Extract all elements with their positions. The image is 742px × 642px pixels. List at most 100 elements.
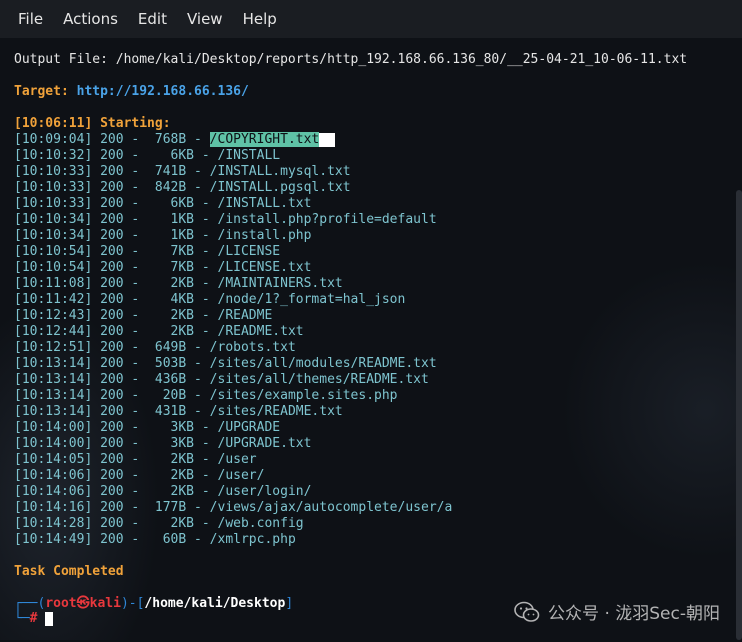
- result-path[interactable]: /user/: [218, 468, 265, 483]
- result-meta: [10:10:33] 200 - 6KB -: [14, 196, 218, 211]
- result-path[interactable]: /README: [218, 308, 273, 323]
- result-meta: [10:10:33] 200 - 741B -: [14, 164, 210, 179]
- result-path[interactable]: /INSTALL.mysql.txt: [210, 164, 351, 179]
- scrollbar[interactable]: [736, 190, 742, 640]
- target-line: Target: http://192.168.66.136/: [14, 84, 249, 100]
- selection-cursor: [319, 132, 336, 147]
- result-meta: [10:14:06] 200 - 2KB -: [14, 484, 218, 499]
- menu-view[interactable]: View: [177, 0, 233, 38]
- result-meta: [10:14:49] 200 - 60B -: [14, 532, 210, 547]
- result-path[interactable]: /README.txt: [218, 324, 304, 339]
- result-path[interactable]: /COPYRIGHT.txt: [209, 132, 320, 147]
- result-row: [10:14:06] 200 - 2KB - /user/: [14, 468, 452, 484]
- result-meta: [10:09:04] 200 - 768B -: [14, 132, 210, 147]
- background-art-right: [560, 260, 742, 560]
- result-path[interactable]: /sites/example.sites.php: [210, 388, 398, 403]
- result-path[interactable]: /MAINTAINERS.txt: [218, 276, 343, 291]
- result-meta: [10:10:54] 200 - 7KB -: [14, 260, 218, 275]
- prompt-close: ]: [285, 596, 294, 611]
- result-row: [10:09:04] 200 - 768B - /COPYRIGHT.txt: [14, 132, 452, 148]
- result-row: [10:14:16] 200 - 177B - /views/ajax/auto…: [14, 500, 452, 516]
- result-path[interactable]: /LICENSE: [218, 244, 281, 259]
- result-row: [10:10:54] 200 - 7KB - /LICENSE: [14, 244, 452, 260]
- result-meta: [10:14:00] 200 - 3KB -: [14, 420, 218, 435]
- result-meta: [10:12:44] 200 - 2KB -: [14, 324, 218, 339]
- result-meta: [10:10:34] 200 - 1KB -: [14, 228, 218, 243]
- result-path[interactable]: /UPGRADE.txt: [218, 436, 312, 451]
- target-url: http://192.168.66.136/: [76, 84, 249, 99]
- menu-help[interactable]: Help: [233, 0, 287, 38]
- result-path[interactable]: /node/1?_format=hal_json: [218, 292, 406, 307]
- shell-prompt-line2[interactable]: └─#: [14, 611, 54, 627]
- result-path[interactable]: /xmlrpc.php: [210, 532, 296, 547]
- prompt-corner: └─: [14, 611, 30, 626]
- result-path[interactable]: /INSTALL.txt: [218, 196, 312, 211]
- result-row: [10:13:14] 200 - 20B - /sites/example.si…: [14, 388, 452, 404]
- result-row: [10:14:49] 200 - 60B - /xmlrpc.php: [14, 532, 452, 548]
- result-path[interactable]: /web.config: [218, 516, 304, 531]
- result-row: [10:14:06] 200 - 2KB - /user/login/: [14, 484, 452, 500]
- result-meta: [10:14:16] 200 - 177B -: [14, 500, 210, 515]
- result-path[interactable]: /install.php?profile=default: [218, 212, 437, 227]
- result-row: [10:11:08] 200 - 2KB - /MAINTAINERS.txt: [14, 276, 452, 292]
- menu-actions[interactable]: Actions: [53, 0, 128, 38]
- result-meta: [10:10:34] 200 - 1KB -: [14, 212, 218, 227]
- result-meta: [10:11:08] 200 - 2KB -: [14, 276, 218, 291]
- result-path[interactable]: /robots.txt: [210, 340, 296, 355]
- result-path[interactable]: /sites/all/themes/README.txt: [210, 372, 429, 387]
- result-meta: [10:14:00] 200 - 3KB -: [14, 436, 218, 451]
- prompt-mid: )-[: [120, 596, 145, 611]
- result-path[interactable]: /sites/all/modules/README.txt: [210, 356, 437, 371]
- watermark-text: 公众号 · 泷羽Sec-朝阳: [548, 604, 720, 624]
- result-path[interactable]: /UPGRADE: [218, 420, 281, 435]
- result-row: [10:10:34] 200 - 1KB - /install.php: [14, 228, 452, 244]
- result-meta: [10:12:51] 200 - 649B -: [14, 340, 210, 355]
- scan-results: [10:09:04] 200 - 768B - /COPYRIGHT.txt [1…: [14, 132, 452, 548]
- result-meta: [10:13:14] 200 - 431B -: [14, 404, 210, 419]
- result-path[interactable]: /sites/README.txt: [210, 404, 343, 419]
- result-row: [10:12:44] 200 - 2KB - /README.txt: [14, 324, 452, 340]
- result-row: [10:14:00] 200 - 3KB - /UPGRADE.txt: [14, 436, 452, 452]
- result-meta: [10:12:43] 200 - 2KB -: [14, 308, 218, 323]
- result-meta: [10:14:06] 200 - 2KB -: [14, 468, 218, 483]
- result-path[interactable]: /install.php: [218, 228, 312, 243]
- result-row: [10:10:34] 200 - 1KB - /install.php?prof…: [14, 212, 452, 228]
- terminal-window[interactable]: File Actions Edit View Help Output File:…: [0, 0, 742, 642]
- menu-file[interactable]: File: [8, 0, 53, 38]
- wechat-icon: [514, 601, 540, 622]
- result-meta: [10:10:54] 200 - 7KB -: [14, 244, 218, 259]
- shell-prompt-line1: ┌──(root㉿kali)-[/home/kali/Desktop]: [14, 596, 293, 612]
- result-row: [10:14:28] 200 - 2KB - /web.config: [14, 516, 452, 532]
- result-row: [10:10:33] 200 - 741B - /INSTALL.mysql.t…: [14, 164, 452, 180]
- prompt-open: ┌──(: [14, 596, 46, 611]
- result-row: [10:10:54] 200 - 7KB - /LICENSE.txt: [14, 260, 452, 276]
- result-meta: [10:11:42] 200 - 4KB -: [14, 292, 218, 307]
- result-row: [10:12:51] 200 - 649B - /robots.txt: [14, 340, 452, 356]
- result-path[interactable]: /LICENSE.txt: [218, 260, 312, 275]
- result-meta: [10:14:05] 200 - 2KB -: [14, 452, 218, 467]
- result-row: [10:10:32] 200 - 6KB - /INSTALL: [14, 148, 452, 164]
- result-path[interactable]: /user: [218, 452, 257, 467]
- result-row: [10:14:05] 200 - 2KB - /user: [14, 452, 452, 468]
- task-completed-line: Task Completed: [14, 564, 124, 579]
- result-meta: [10:13:14] 200 - 503B -: [14, 356, 210, 371]
- output-file-line: Output File: /home/kali/Desktop/reports/…: [14, 52, 688, 67]
- result-path[interactable]: /user/login/: [218, 484, 312, 499]
- menu-edit[interactable]: Edit: [128, 0, 177, 38]
- terminal-cursor: [45, 611, 54, 626]
- result-row: [10:10:33] 200 - 6KB - /INSTALL.txt: [14, 196, 452, 212]
- result-meta: [10:13:14] 200 - 20B -: [14, 388, 210, 403]
- result-path[interactable]: /INSTALL.pgsql.txt: [210, 180, 351, 195]
- target-label: Target:: [14, 84, 69, 99]
- result-row: [10:13:14] 200 - 436B - /sites/all/theme…: [14, 372, 452, 388]
- prompt-path: /home/kali/Desktop: [144, 596, 286, 611]
- result-path[interactable]: /INSTALL: [218, 148, 281, 163]
- result-row: [10:13:14] 200 - 503B - /sites/all/modul…: [14, 356, 452, 372]
- starting-line: [10:06:11] Starting:: [14, 116, 171, 131]
- prompt-hash: #: [29, 611, 38, 626]
- result-row: [10:12:43] 200 - 2KB - /README: [14, 308, 452, 324]
- watermark: 公众号 · 泷羽Sec-朝阳: [514, 599, 720, 624]
- menu-bar: File Actions Edit View Help: [0, 0, 742, 38]
- result-path[interactable]: /views/ajax/autocomplete/user/a: [210, 500, 453, 515]
- result-meta: [10:13:14] 200 - 436B -: [14, 372, 210, 387]
